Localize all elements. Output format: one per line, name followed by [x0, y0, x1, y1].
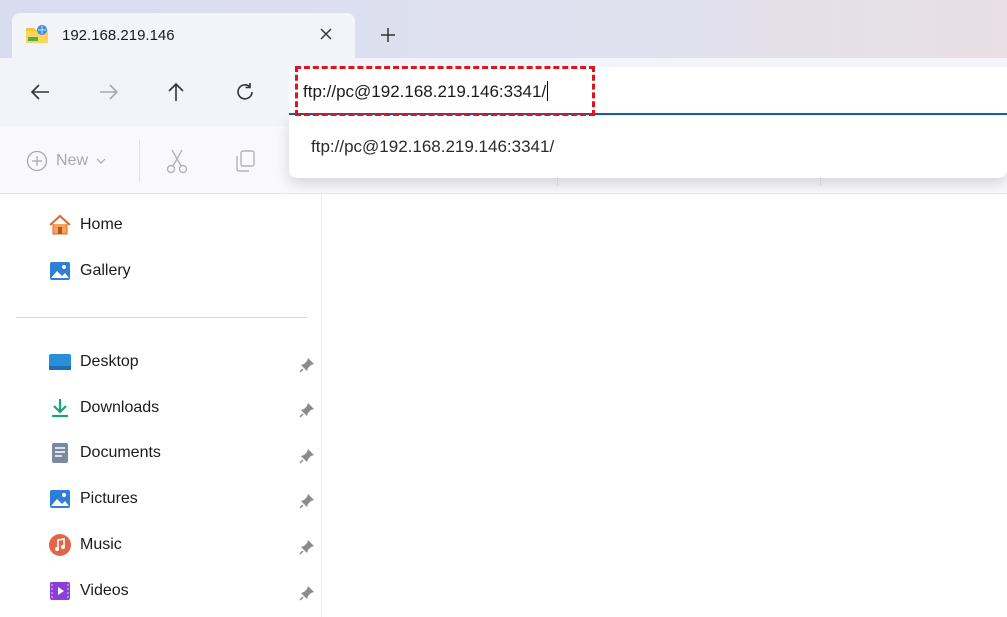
- sidebar-item-label: Home: [80, 216, 123, 233]
- toolbar-divider: [139, 140, 140, 182]
- copy-icon[interactable]: [232, 148, 258, 174]
- sidebar-item-label: Downloads: [80, 399, 160, 416]
- sidebar-item-downloads[interactable]: Downloads: [48, 392, 159, 424]
- pin-icon[interactable]: [298, 356, 316, 374]
- pin-icon[interactable]: [298, 492, 316, 510]
- chevron-down-icon: [96, 158, 106, 164]
- suggestion-item[interactable]: ftp://pc@192.168.219.146:3341/: [311, 137, 554, 157]
- forward-icon[interactable]: [95, 78, 123, 106]
- pictures-icon: [48, 487, 72, 511]
- new-button[interactable]: New: [26, 150, 106, 172]
- tab-title: 192.168.219.146: [62, 27, 175, 44]
- up-icon[interactable]: [162, 78, 190, 106]
- address-highlight-box: [295, 66, 595, 116]
- sidebar-item-gallery[interactable]: Gallery: [48, 255, 131, 287]
- sidebar-item-desktop[interactable]: Desktop: [48, 346, 139, 378]
- pin-icon[interactable]: [298, 538, 316, 556]
- pin-icon[interactable]: [298, 447, 316, 465]
- title-bar: 192.168.219.146: [0, 0, 1007, 59]
- sidebar-item-videos[interactable]: Videos: [48, 575, 129, 607]
- sidebar-item-pictures[interactable]: Pictures: [48, 483, 138, 515]
- pin-icon[interactable]: [298, 401, 316, 419]
- close-tab-icon[interactable]: [314, 22, 338, 46]
- sidebar-item-label: Desktop: [80, 353, 139, 370]
- pin-icon[interactable]: [298, 584, 316, 602]
- home-icon: [48, 213, 72, 237]
- desktop-icon: [48, 350, 72, 374]
- documents-icon: [48, 441, 72, 465]
- downloads-icon: [48, 396, 72, 420]
- tab-ftp[interactable]: 192.168.219.146: [12, 13, 355, 59]
- sidebar-item-label: Music: [80, 536, 122, 553]
- sidebar-item-label: Documents: [80, 444, 161, 461]
- sidebar-item-documents[interactable]: Documents: [48, 437, 161, 469]
- navigation-pane: Home Gallery Desktop Downloads Documents…: [0, 194, 322, 617]
- sidebar-item-home[interactable]: Home: [48, 209, 123, 241]
- file-list-area[interactable]: [323, 194, 1007, 617]
- address-suggestions-dropdown: ftp://pc@192.168.219.146:3341/: [289, 116, 1007, 178]
- new-button-label: New: [56, 152, 89, 169]
- sidebar-item-label: Videos: [80, 582, 129, 599]
- ftp-folder-icon: [26, 25, 48, 43]
- new-tab-icon[interactable]: [376, 23, 400, 47]
- music-icon: [48, 533, 72, 557]
- plus-circle-icon: [26, 150, 48, 172]
- column-divider: [557, 178, 558, 186]
- sidebar-item-label: Gallery: [80, 262, 131, 279]
- sidebar-divider: [16, 317, 307, 318]
- cut-icon[interactable]: [164, 148, 190, 174]
- gallery-icon: [48, 259, 72, 283]
- sidebar-item-music[interactable]: Music: [48, 529, 122, 561]
- column-divider: [820, 178, 821, 186]
- videos-icon: [48, 579, 72, 603]
- back-icon[interactable]: [26, 78, 54, 106]
- refresh-icon[interactable]: [231, 78, 259, 106]
- sidebar-item-label: Pictures: [80, 490, 138, 507]
